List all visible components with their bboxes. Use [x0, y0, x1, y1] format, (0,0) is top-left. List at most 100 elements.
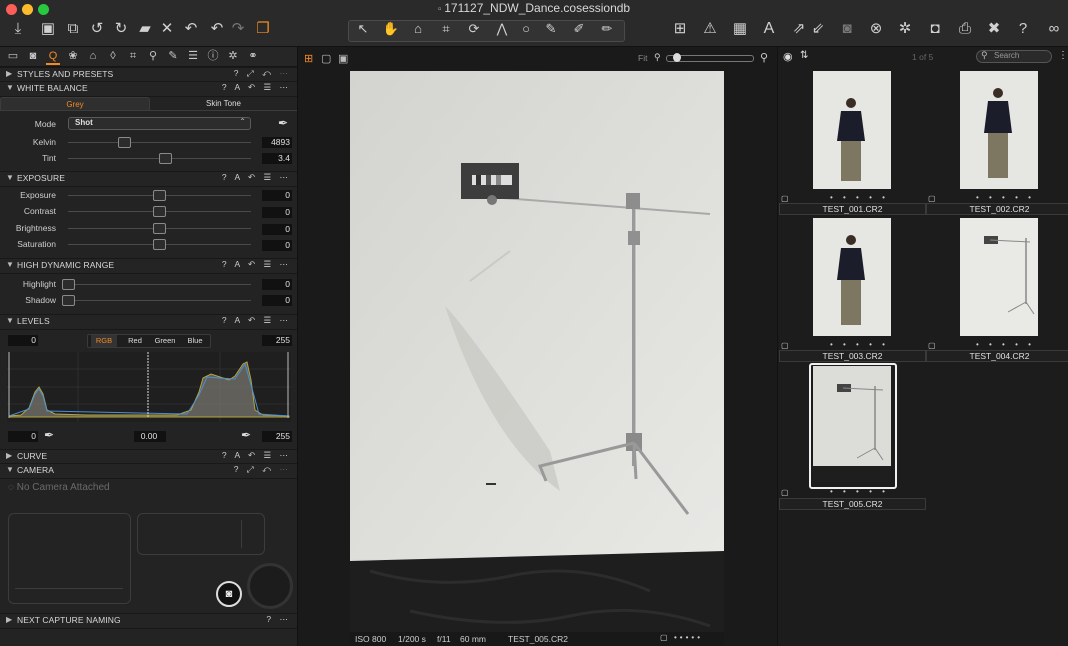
grid-icon[interactable]: ⊞ [670, 20, 690, 38]
thumbnail-test-003[interactable] [813, 218, 891, 336]
rating-dots[interactable]: ••••• [674, 633, 703, 642]
metadata-tab-icon[interactable]: ☰ [186, 50, 200, 63]
delete-icon[interactable]: ✕ [157, 20, 177, 38]
move-icon[interactable]: ▰ [135, 20, 155, 38]
rating-dots[interactable]: • • • • • [830, 193, 889, 202]
search-input[interactable]: ⚲ Search [976, 50, 1052, 63]
color-tab-icon[interactable]: ❀ [66, 50, 80, 63]
levels-input-high[interactable]: 255 [262, 335, 292, 346]
capture-icon[interactable]: ▣ [38, 20, 58, 38]
highlight-value[interactable]: 0 [262, 279, 292, 290]
multi-view-icon[interactable]: ⊞ [304, 52, 313, 65]
section-controls[interactable]: ? ⤢ ↶ ⋯ [234, 68, 291, 79]
collapse-arrow-icon[interactable]: ▼ [6, 173, 14, 182]
brush-icon[interactable]: ✎ [541, 20, 561, 38]
brightness-slider-knob[interactable] [153, 223, 166, 234]
text-icon[interactable]: A [759, 20, 779, 38]
live-view-icon[interactable]: ◙ [216, 581, 242, 607]
tab-skin-tone[interactable]: Skin Tone [150, 97, 297, 110]
hdr-header[interactable]: ▼ HIGH DYNAMIC RANGE ? A ↶ ☰ ⋯ [0, 258, 297, 274]
brightness-value[interactable]: 0 [262, 224, 292, 235]
section-controls[interactable]: ? A ↶ ☰ ⋯ [222, 315, 291, 326]
crop-tab-icon[interactable]: ⌗ [126, 50, 140, 63]
highlight-slider-knob[interactable] [62, 279, 75, 290]
thumbnail-test-001[interactable] [813, 71, 891, 189]
preview-icon[interactable]: ◘ [925, 20, 945, 38]
thumbnail-caption[interactable]: TEST_004.CR2 [926, 350, 1068, 362]
camera-tab-icon[interactable]: ◙ [26, 50, 40, 63]
main-photo[interactable] [350, 71, 724, 639]
tools-icon[interactable]: ✖ [984, 20, 1004, 38]
eye-icon[interactable]: ◉ [783, 50, 793, 63]
exposure-value[interactable]: 0 [262, 190, 292, 201]
section-controls[interactable]: ? A ↶ ☰ ⋯ [222, 172, 291, 183]
batch-tab-icon[interactable]: ⚭ [246, 50, 260, 63]
zoom-slider[interactable] [666, 53, 754, 62]
thumbnail-test-002[interactable] [960, 71, 1038, 189]
export-icon[interactable]: ⧉ [63, 20, 83, 38]
picker-icon[interactable]: ✐ [569, 20, 589, 38]
contrast-value[interactable]: 0 [262, 207, 292, 218]
brush-tab-icon[interactable]: ✎ [166, 50, 180, 63]
saturation-slider-knob[interactable] [153, 239, 166, 250]
adjust-apply-icon[interactable]: ⇙ [808, 20, 828, 38]
contrast-slider-knob[interactable] [153, 206, 166, 217]
detail-tab-icon[interactable]: ◊ [106, 50, 120, 63]
saturation-value[interactable]: 0 [262, 240, 292, 251]
tint-slider-knob[interactable] [159, 153, 172, 164]
rotate-right-icon[interactable]: ↻ [111, 20, 131, 38]
section-controls[interactable]: ? ⋯ [266, 614, 291, 625]
expand-arrow-icon[interactable]: ▶ [6, 451, 12, 460]
loupe-icon[interactable]: ⌂ [408, 20, 428, 38]
redo-icon[interactable]: ↷ [228, 20, 248, 38]
channel-red[interactable]: Red [122, 335, 148, 347]
single-view-icon[interactable]: ▢ [321, 52, 331, 65]
thumbnail-caption[interactable]: TEST_003.CR2 [779, 350, 926, 362]
thumbnail-caption[interactable]: TEST_001.CR2 [779, 203, 926, 215]
undo-icon[interactable]: ↶ [181, 20, 201, 38]
levels-input-low[interactable]: 0 [8, 335, 38, 346]
print-icon[interactable]: ⎙ [955, 20, 975, 38]
more-icon[interactable]: ⋮ [1058, 50, 1068, 61]
levels-midpoint[interactable]: 0.00 [134, 431, 166, 442]
kelvin-slider[interactable] [68, 142, 251, 143]
settings-tab-icon[interactable]: ✲ [226, 50, 240, 63]
rating-dots[interactable]: • • • • • [976, 193, 1035, 202]
thumbnail-test-005[interactable] [813, 366, 891, 482]
adjust-copy-icon[interactable]: ⇗ [789, 20, 809, 38]
select-checkbox[interactable]: ▢ [928, 194, 936, 203]
mode-select[interactable]: Shot ⌃ [68, 117, 251, 130]
eyedropper-icon[interactable]: ✒ [278, 116, 288, 130]
eraser-icon[interactable]: ✏ [597, 20, 617, 38]
rotate-left-icon[interactable]: ↺ [87, 20, 107, 38]
kelvin-value[interactable]: 4893 [262, 137, 292, 148]
section-controls[interactable]: ? ⤢ ↶ ⋯ [234, 464, 291, 475]
glasses-icon[interactable]: ∞ [1042, 20, 1066, 38]
sort-icon[interactable]: ⇅ [800, 50, 808, 61]
search-tab-icon[interactable]: ⚲ [146, 50, 160, 63]
section-controls[interactable]: ? A ↶ ☰ ⋯ [222, 450, 291, 461]
exposure-tab-icon[interactable]: Q [46, 50, 60, 65]
crop-icon[interactable]: ⌗ [436, 20, 456, 38]
thumbnail-test-004[interactable] [960, 218, 1038, 336]
section-controls[interactable]: ? A ↶ ☰ ⋯ [222, 259, 291, 270]
zoom-slider-knob[interactable] [673, 53, 681, 62]
camera-header[interactable]: ▼ CAMERA ? ⤢ ↶ ⋯ [0, 463, 297, 479]
exposure-header[interactable]: ▼ EXPOSURE ? A ↶ ☰ ⋯ [0, 171, 297, 187]
thumbnail-caption[interactable]: TEST_002.CR2 [926, 203, 1068, 215]
shadow-value[interactable]: 0 [262, 295, 292, 306]
shadow-slider-knob[interactable] [62, 295, 75, 306]
levels-output-low[interactable]: 0 [8, 431, 38, 442]
collapse-arrow-icon[interactable]: ▼ [6, 316, 14, 325]
rating-dots[interactable]: • • • • • [830, 340, 889, 349]
select-checkbox[interactable]: ▢ [928, 341, 936, 350]
pan-icon[interactable]: ✋ [381, 20, 401, 38]
info-tab-icon[interactable]: ⓘ [206, 50, 220, 63]
folder-icon[interactable]: ▭ [6, 50, 20, 63]
import-icon[interactable]: ⤓ [8, 20, 28, 38]
next-capture-naming-header[interactable]: ▶ NEXT CAPTURE NAMING ? ⋯ [0, 613, 297, 629]
rating-dots[interactable]: • • • • • [830, 487, 889, 496]
zoom-fit-label[interactable]: Fit [638, 53, 647, 63]
proof-icon[interactable]: ▦ [730, 20, 750, 38]
stack-icon[interactable]: ❐ [253, 20, 273, 38]
